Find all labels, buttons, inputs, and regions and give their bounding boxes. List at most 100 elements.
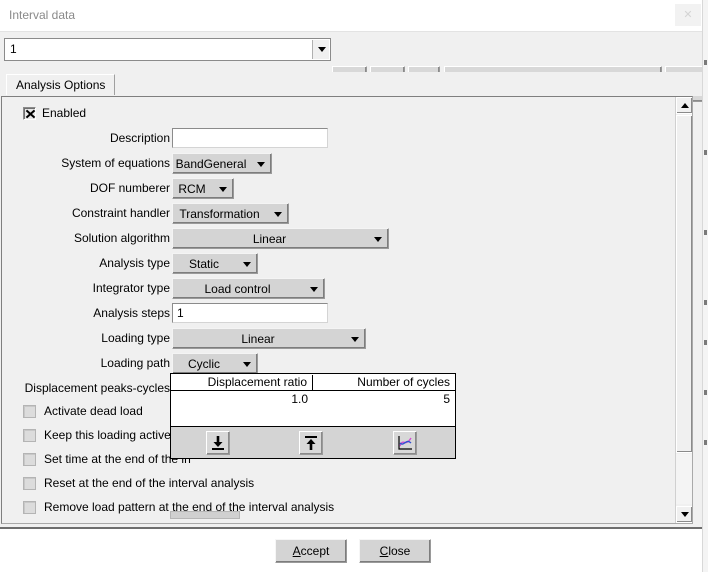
table-column-header-displacement-ratio: Displacement ratio [171, 375, 313, 390]
loading-path-value: Cyclic [173, 357, 235, 371]
label-system-of-equations: System of equations [2, 156, 170, 170]
integrator-type-dropdown[interactable]: Load control [172, 278, 325, 299]
download-to-bar-icon [207, 432, 229, 454]
close-button-label-rest: lose [388, 544, 410, 558]
label-integrator-type: Integrator type [2, 281, 170, 295]
accept-button-label-rest: ccept [301, 544, 330, 558]
set-time-end-interval-checkbox[interactable] [23, 453, 36, 466]
displacement-peaks-cycles-table[interactable]: Displacement ratio Number of cycles 1.0 … [170, 373, 456, 459]
interval-selector-dropdown-button[interactable] [312, 40, 329, 59]
chevron-down-icon [243, 362, 251, 367]
chevron-down-icon [318, 47, 326, 52]
label-solution-algorithm: Solution algorithm [2, 231, 170, 245]
interval-data-dialog: Interval data ✕ 1 [0, 0, 708, 572]
options-panel: Enabled Description System of equations … [1, 96, 693, 524]
field-row-analysis-steps: Analysis steps 1 [2, 303, 676, 325]
scroll-down-button[interactable] [676, 506, 693, 523]
loading-path-dropdown[interactable]: Cyclic [172, 353, 258, 374]
chevron-down-icon [219, 187, 227, 192]
loading-type-value: Linear [173, 332, 343, 346]
chevron-down-icon [257, 162, 265, 167]
system-of-equations-value: BandGeneral [173, 157, 249, 171]
field-control-analysis-steps: 1 [172, 303, 328, 323]
checkbox-row-set-time-end-interval[interactable]: Set time at the end of the in [23, 452, 191, 466]
field-row-loading-type: Loading type Linear [2, 328, 676, 350]
close-button[interactable]: Close [359, 539, 431, 563]
enabled-checkbox-row[interactable]: Enabled [23, 106, 86, 120]
label-description: Description [2, 131, 170, 145]
chevron-down-icon [274, 212, 282, 217]
upload-to-bar-icon [300, 432, 322, 454]
field-row-dof-numberer: DOF numberer RCM [2, 178, 676, 200]
field-row-loading-path: Loading path Cyclic [2, 353, 676, 375]
solution-algorithm-dropdown[interactable]: Linear [172, 228, 389, 249]
plot-table-button[interactable] [393, 431, 417, 455]
export-table-button[interactable] [299, 431, 323, 455]
field-row-integrator-type: Integrator type Load control [2, 278, 676, 300]
field-row-constraint-handler: Constraint handler Transformation [2, 203, 676, 225]
analysis-steps-input[interactable]: 1 [172, 303, 328, 323]
tab-analysis-options[interactable]: Analysis Options [6, 74, 115, 95]
field-row-solution-algorithm: Solution algorithm Linear [2, 228, 676, 250]
chevron-down-icon [351, 337, 359, 342]
cell-number-of-cycles[interactable]: 5 [314, 392, 455, 406]
dialog-footer: Accept Close [0, 527, 708, 572]
field-control-loading-type: Linear [172, 328, 366, 349]
description-input[interactable] [172, 128, 328, 148]
label-displacement-peaks-cycles: Displacement peaks-cycles [2, 381, 170, 395]
interval-selector-combo[interactable]: 1 [4, 38, 331, 61]
cell-displacement-ratio[interactable]: 1.0 [171, 392, 313, 406]
title-bar: Interval data ✕ [0, 0, 708, 32]
label-loading-type: Loading type [2, 331, 170, 345]
reset-end-interval-checkbox[interactable] [23, 477, 36, 490]
clipped-widget[interactable] [170, 511, 240, 519]
reset-end-interval-label: Reset at the end of the interval analysi… [44, 476, 254, 490]
field-control-system-of-equations: BandGeneral [172, 153, 272, 174]
analysis-type-dropdown[interactable]: Static [172, 253, 258, 274]
chevron-down-icon [310, 287, 318, 292]
enabled-label: Enabled [42, 106, 86, 120]
label-loading-path: Loading path [2, 356, 170, 370]
activate-dead-load-checkbox[interactable] [23, 405, 36, 418]
window-title: Interval data [9, 8, 75, 22]
chevron-down-icon [243, 262, 251, 267]
field-row-analysis-type: Analysis type Static [2, 253, 676, 275]
dof-numberer-value: RCM [173, 182, 211, 196]
chart-curve-icon [394, 432, 416, 454]
constraint-handler-dropdown[interactable]: Transformation [172, 203, 289, 224]
checkbox-row-activate-dead-load[interactable]: Activate dead load [23, 404, 143, 418]
system-of-equations-dropdown[interactable]: BandGeneral [172, 153, 272, 174]
enabled-checkbox[interactable] [23, 107, 36, 120]
chevron-down-icon [374, 237, 382, 242]
checkbox-row-reset-end-interval[interactable]: Reset at the end of the interval analysi… [23, 476, 254, 490]
table-header-row: Displacement ratio Number of cycles [171, 374, 455, 391]
field-control-description [172, 128, 328, 148]
interval-selector-value: 1 [10, 42, 17, 56]
checkbox-row-keep-loading-active[interactable]: Keep this loading active unl [23, 428, 190, 442]
toolbar: 1 [0, 32, 708, 72]
scrollbar-track[interactable] [676, 454, 693, 504]
window-close-button[interactable]: ✕ [675, 4, 701, 26]
constraint-handler-value: Transformation [173, 207, 266, 221]
import-table-button[interactable] [206, 431, 230, 455]
integrator-type-value: Load control [173, 282, 302, 296]
scrollbar-thumb[interactable] [676, 115, 693, 453]
remove-load-pattern-checkbox[interactable] [23, 501, 36, 514]
label-dof-numberer: DOF numberer [2, 181, 170, 195]
keep-loading-active-label: Keep this loading active unl [44, 428, 190, 442]
scroll-up-button[interactable] [676, 97, 693, 114]
activate-dead-load-label: Activate dead load [44, 404, 143, 418]
dof-numberer-dropdown[interactable]: RCM [172, 178, 234, 199]
panel-vertical-scrollbar[interactable] [675, 97, 692, 523]
loading-type-dropdown[interactable]: Linear [172, 328, 366, 349]
table-row[interactable]: 1.0 5 [171, 392, 455, 408]
accept-button[interactable]: Accept [275, 539, 347, 563]
keep-loading-active-checkbox[interactable] [23, 429, 36, 442]
background-window-edge [702, 0, 708, 572]
triangle-down-icon [681, 512, 689, 517]
field-control-analysis-type: Static [172, 253, 258, 274]
solution-algorithm-value: Linear [173, 232, 366, 246]
field-control-solution-algorithm: Linear [172, 228, 389, 249]
options-panel-content: Enabled Description System of equations … [2, 97, 676, 523]
set-time-end-interval-label: Set time at the end of the in [44, 452, 191, 466]
